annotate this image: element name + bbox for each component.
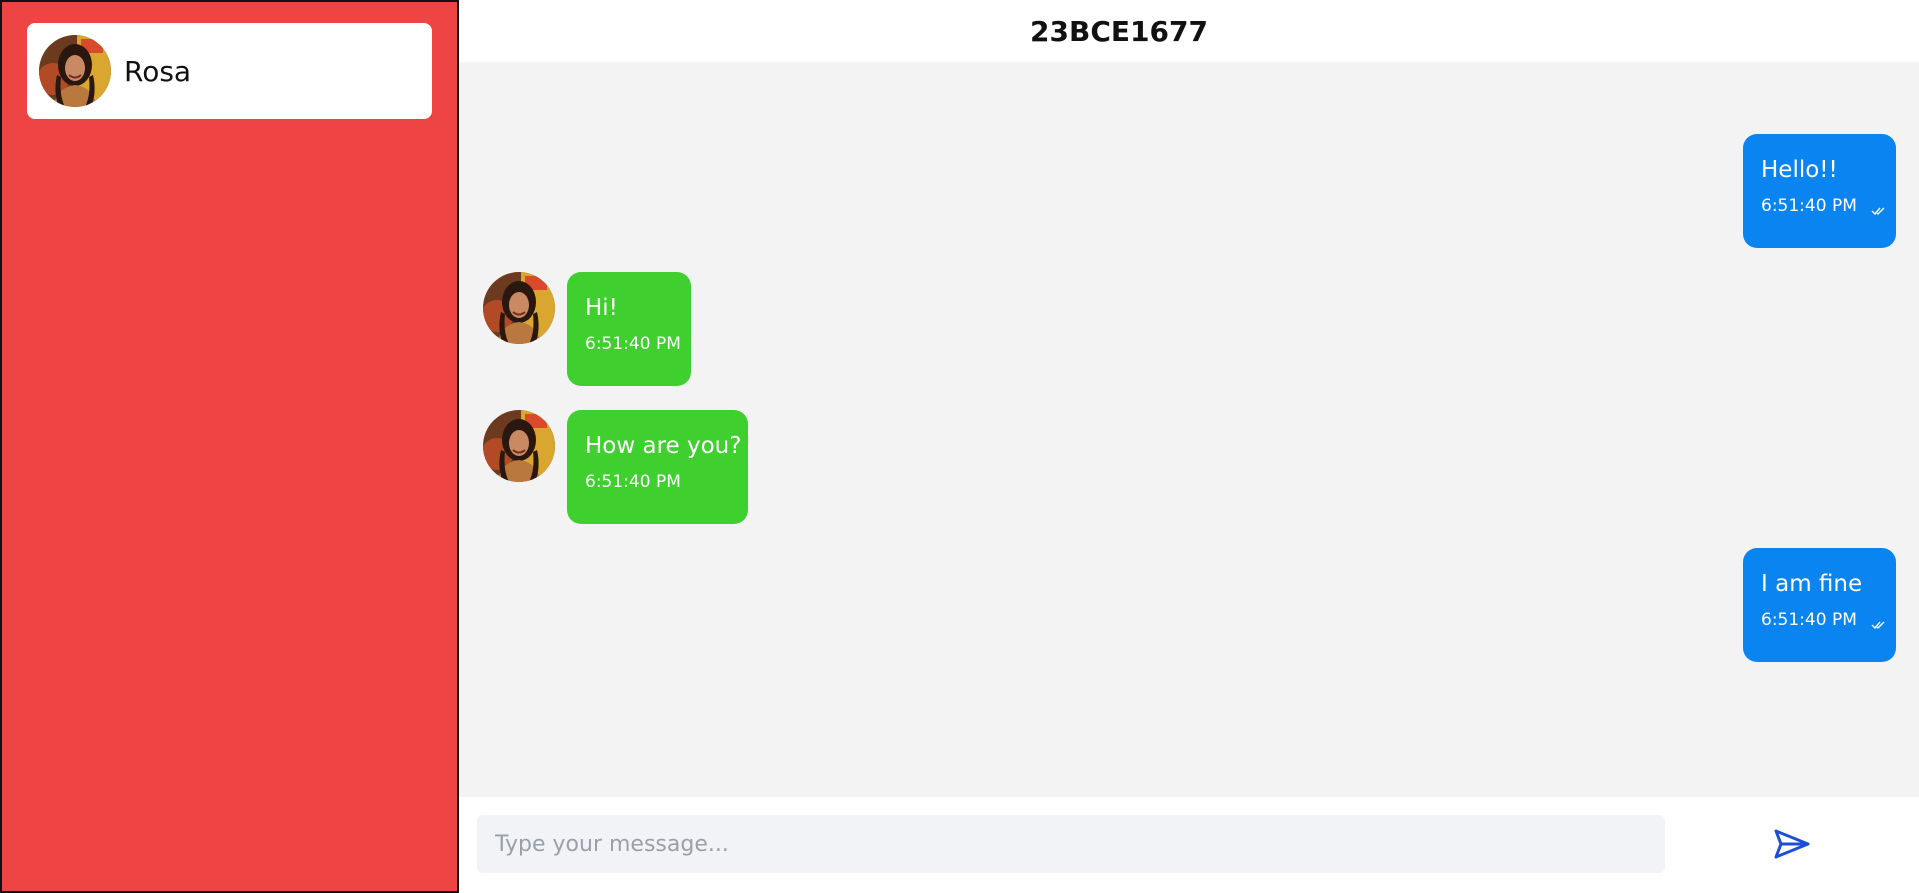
chat-panel: 23BCE1677 Hello!! 6:51:40 PM Hi! 6:51:40…: [459, 0, 1919, 893]
message-time: 6:51:40 PM: [1761, 196, 1857, 216]
message-time: 6:51:40 PM: [585, 472, 681, 492]
message-text: Hello!!: [1761, 157, 1838, 183]
message-bubble: Hello!! 6:51:40 PM: [1743, 134, 1896, 248]
message-meta: 6:51:40 PM: [585, 472, 730, 492]
message-received: How are you? 6:51:40 PM: [483, 410, 748, 524]
message-bubble: Hi! 6:51:40 PM: [567, 272, 691, 386]
chat-title: 23BCE1677: [1030, 14, 1208, 48]
message-sent: Hello!! 6:51:40 PM: [1743, 134, 1896, 248]
message-text: How are you?: [585, 433, 742, 459]
message-list: Hello!! 6:51:40 PM Hi! 6:51:40 PM How ar…: [459, 62, 1919, 797]
double-check-icon: [1871, 201, 1887, 216]
message-time: 6:51:40 PM: [585, 334, 681, 354]
message-time: 6:51:40 PM: [1761, 610, 1857, 630]
send-button[interactable]: [1772, 826, 1812, 862]
contact-name: Rosa: [124, 54, 192, 88]
message-received: Hi! 6:51:40 PM: [483, 272, 691, 386]
double-check-icon: [1871, 615, 1887, 630]
send-icon: [1774, 829, 1810, 859]
avatar: [483, 272, 555, 344]
composer: [459, 797, 1919, 893]
chat-header: 23BCE1677: [459, 0, 1919, 62]
sidebar: Rosa: [0, 0, 459, 893]
message-meta: 6:51:40 PM: [1761, 610, 1885, 630]
avatar: [483, 410, 555, 482]
avatar: [39, 35, 111, 107]
message-meta: 6:51:40 PM: [1761, 196, 1885, 216]
message-sent: I am fine 6:51:40 PM: [1743, 548, 1896, 662]
message-input[interactable]: [477, 815, 1665, 873]
message-bubble: How are you? 6:51:40 PM: [567, 410, 748, 524]
message-text: I am fine: [1761, 571, 1863, 597]
contact-item-rosa[interactable]: Rosa: [27, 23, 432, 119]
message-bubble: I am fine 6:51:40 PM: [1743, 548, 1896, 662]
message-text: Hi!: [585, 295, 618, 321]
message-meta: 6:51:40 PM: [585, 334, 681, 354]
